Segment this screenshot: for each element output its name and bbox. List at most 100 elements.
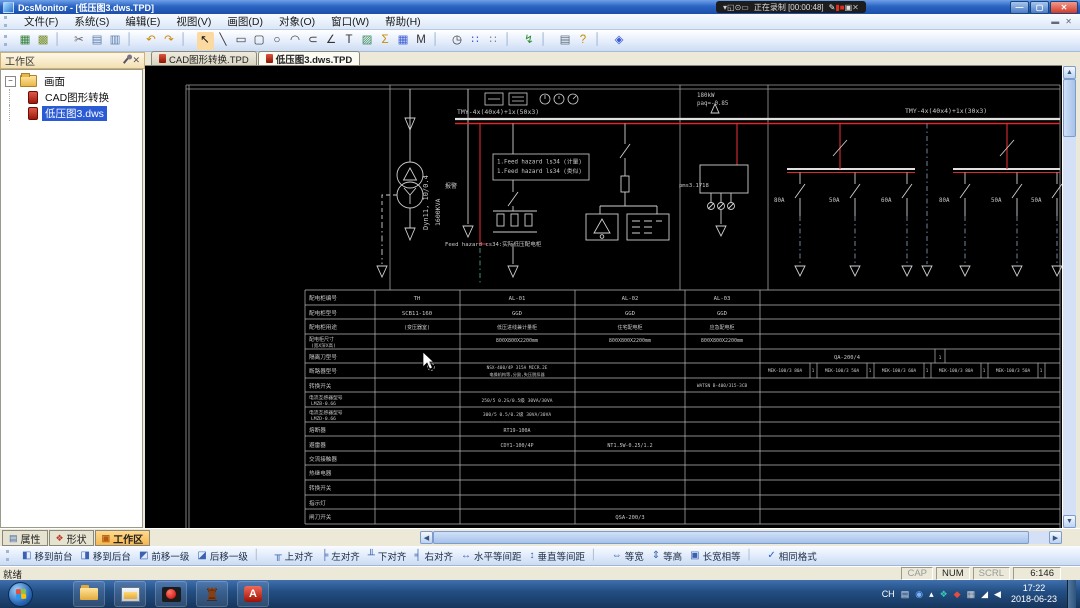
show-desktop-button[interactable] — [1067, 580, 1076, 608]
volume-icon[interactable]: ◀ — [994, 590, 1001, 599]
scroll-down-icon[interactable]: ▼ — [1063, 515, 1076, 528]
menu-item[interactable]: 对象(O) — [271, 13, 323, 30]
menu-item[interactable]: 文件(F) — [16, 13, 66, 30]
menu-item[interactable]: 系统(S) — [66, 13, 117, 30]
pin-icon[interactable] — [123, 57, 129, 64]
same-format-button[interactable]: ✓相同格式 — [763, 549, 820, 563]
network-icon[interactable]: ◢ — [981, 590, 988, 599]
input-lang-indicator[interactable]: CH — [882, 589, 895, 599]
line-tool[interactable]: ╲ — [215, 32, 232, 50]
horizontal-scrollbar[interactable]: ◀ ▶ — [420, 531, 1062, 544]
undo-button[interactable]: ↶ — [143, 32, 160, 50]
menu-item[interactable]: 视图(V) — [168, 13, 219, 30]
recorder-taskbar-icon[interactable] — [155, 581, 187, 607]
text-tool[interactable]: T — [341, 32, 358, 50]
explorer-taskbar-icon[interactable] — [73, 581, 105, 607]
equal-width-button[interactable]: ⇔等宽 — [608, 549, 648, 563]
curve-tool[interactable]: ⊂ — [305, 32, 322, 50]
export-button[interactable]: ▩ — [35, 32, 52, 50]
align-left-button[interactable]: ╞左对齐 — [317, 549, 364, 563]
tab-shape[interactable]: ❖ 形状 — [49, 530, 94, 546]
grid-toggle[interactable]: ∷ — [485, 32, 502, 50]
clock-tool[interactable]: ◷ — [449, 32, 466, 50]
arc-tool[interactable]: ◠ — [287, 32, 304, 50]
run-button[interactable]: ↯ — [521, 32, 538, 50]
roundrect-tool[interactable]: ▢ — [251, 32, 268, 50]
vertical-scrollbar[interactable]: ▲ ▼ — [1062, 66, 1076, 528]
move-to-front-button[interactable]: ◧移到前台 — [18, 549, 76, 563]
paste-button[interactable]: ▥ — [107, 32, 124, 50]
tree-collapse-icon[interactable]: − — [5, 76, 16, 87]
panel-close-icon[interactable]: ✕ — [132, 55, 140, 66]
tree-root-screens[interactable]: 画面 — [41, 74, 68, 89]
keyboard-icon[interactable]: ▤ — [901, 590, 910, 599]
mdi-minimize-button[interactable]: ▬ — [1051, 17, 1059, 26]
tab-workspace[interactable]: ▣ 工作区 — [95, 530, 151, 546]
redo-button[interactable]: ↷ — [161, 32, 178, 50]
separator[interactable]: ▏ — [539, 32, 556, 50]
print-button[interactable]: ▤ — [557, 32, 574, 50]
back-one-level-button[interactable]: ◪后移一级 — [193, 549, 251, 563]
scroll-left-icon[interactable]: ◀ — [420, 531, 433, 544]
v-scroll-thumb[interactable] — [1063, 79, 1076, 137]
snap-toggle[interactable]: ∷ — [467, 32, 484, 50]
menu-item[interactable]: 画图(D) — [219, 13, 271, 30]
equal-size-button[interactable]: ▣长宽相等 — [686, 549, 744, 563]
rect-tool[interactable]: ▭ — [233, 32, 250, 50]
polyline-tool[interactable]: ∠ — [323, 32, 340, 50]
separator[interactable]: ▏ — [745, 549, 764, 563]
start-button[interactable] — [8, 582, 33, 607]
tree-item-lowvoltage3[interactable]: 低压图3.dws — [42, 106, 107, 121]
windows-icon[interactable]: ◱ — [727, 3, 735, 12]
help-button[interactable]: ? — [575, 32, 592, 50]
scroll-right-icon[interactable]: ▶ — [1049, 531, 1062, 544]
separator[interactable]: ▏ — [252, 549, 271, 563]
help-tray-icon[interactable]: ◉ — [915, 590, 923, 599]
tab-cad-convert[interactable]: CAD图形转换.TPD — [151, 51, 257, 65]
extra-tool[interactable]: ◈ — [611, 32, 628, 50]
ellipse-tool[interactable]: ○ — [269, 32, 286, 50]
align-right-button[interactable]: ╡右对齐 — [410, 549, 457, 563]
menu-item[interactable]: 帮助(H) — [377, 13, 429, 30]
dcs-app-taskbar-icon[interactable]: ♜ — [196, 581, 228, 607]
image-tool[interactable]: ▨ — [359, 32, 376, 50]
separator[interactable]: ▏ — [125, 32, 142, 50]
restore-button[interactable]: ▢ — [1030, 1, 1049, 14]
tab-lowvoltage3[interactable]: 低压图3.dws.TPD — [258, 51, 361, 65]
menu-item[interactable]: 编辑(E) — [117, 13, 168, 30]
copy-button[interactable]: ▤ — [89, 32, 106, 50]
equal-height-button[interactable]: ⇕等高 — [648, 549, 686, 563]
separator[interactable]: ▏ — [53, 32, 70, 50]
tab-properties[interactable]: ▤ 属性 — [2, 530, 48, 546]
select-tool[interactable]: ↖ — [197, 32, 214, 50]
cut-button[interactable]: ✂ — [71, 32, 88, 50]
separator[interactable]: ▏ — [179, 32, 196, 50]
align-top-button[interactable]: ╥上对齐 — [271, 549, 318, 563]
security-icon[interactable]: ◆ — [954, 590, 961, 599]
cad-app-taskbar-icon[interactable]: A — [237, 581, 269, 607]
h-scroll-thumb[interactable] — [433, 531, 1029, 544]
v-equal-spacing-button[interactable]: ↕垂直等间距 — [526, 549, 590, 563]
update-icon[interactable]: ▦ — [967, 590, 976, 599]
separator[interactable]: ▏ — [431, 32, 448, 50]
h-equal-spacing-button[interactable]: ↔水平等间距 — [457, 549, 526, 563]
scroll-up-icon[interactable]: ▲ — [1063, 66, 1076, 79]
separator[interactable]: ▏ — [593, 32, 610, 50]
close-button[interactable]: ✕ — [1050, 1, 1078, 14]
separator[interactable]: ▏ — [589, 549, 608, 563]
chart-tool[interactable]: ▦ — [395, 32, 412, 50]
minimize-button[interactable]: — — [1010, 1, 1029, 14]
close-rec-icon[interactable]: ✕ — [852, 3, 859, 12]
messenger-icon[interactable]: ❖ — [940, 590, 948, 599]
separator[interactable]: ▏ — [503, 32, 520, 50]
tree-item-cad-convert[interactable]: CAD图形转换 — [42, 90, 112, 105]
marker-tool[interactable]: M — [413, 32, 430, 50]
monitor-icon[interactable]: ▭ — [741, 3, 749, 12]
mdi-close-button[interactable]: ✕ — [1065, 17, 1072, 26]
align-bottom-button[interactable]: ╨下对齐 — [364, 549, 411, 563]
app-window-taskbar-icon[interactable] — [114, 581, 146, 607]
menu-item[interactable]: 窗口(W) — [323, 13, 377, 30]
tray-expand-icon[interactable]: ▴ — [929, 590, 934, 599]
forward-one-level-button[interactable]: ◩前移一级 — [135, 549, 193, 563]
move-to-back-button[interactable]: ◨移到后台 — [76, 549, 134, 563]
